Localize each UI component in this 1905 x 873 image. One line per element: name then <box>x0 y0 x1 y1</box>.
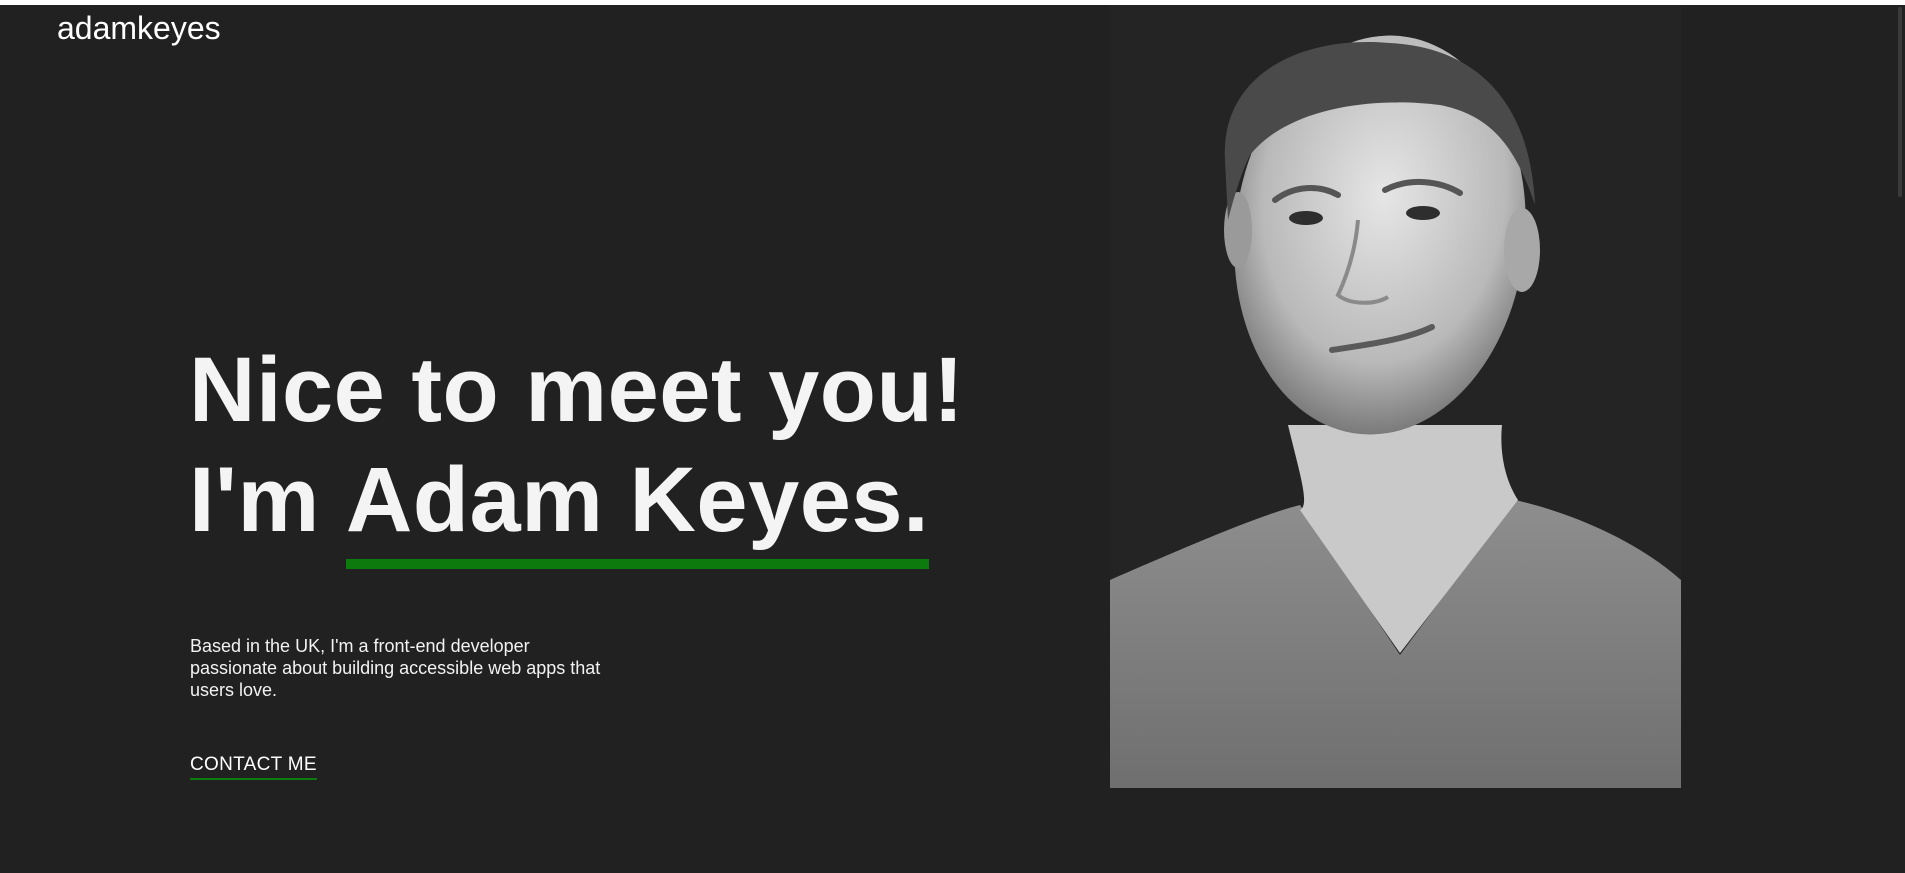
contact-me-link[interactable]: CONTACT ME <box>190 753 317 780</box>
scrollbar-thumb[interactable] <box>1898 7 1902 197</box>
headline-line-2: I'm Adam Keyes. <box>189 445 964 569</box>
headline-name: Adam Keyes. <box>345 445 930 569</box>
intro-text: Based in the UK, I'm a front-end develop… <box>190 636 601 700</box>
scrollbar[interactable] <box>1890 5 1905 873</box>
hero-headline: Nice to meet you! I'm Adam Keyes. <box>189 335 965 569</box>
name-text: Adam Keyes. <box>345 449 930 551</box>
page: adamkeyes Nice to meet you! I'm Adam Key… <box>0 5 1905 873</box>
headline-line-1: Nice to meet you! <box>189 339 965 441</box>
brand-logo[interactable]: adamkeyes <box>57 8 221 48</box>
headline-prefix: I'm <box>189 449 346 551</box>
name-underline <box>345 559 930 569</box>
portrait-photo <box>1110 5 1681 788</box>
